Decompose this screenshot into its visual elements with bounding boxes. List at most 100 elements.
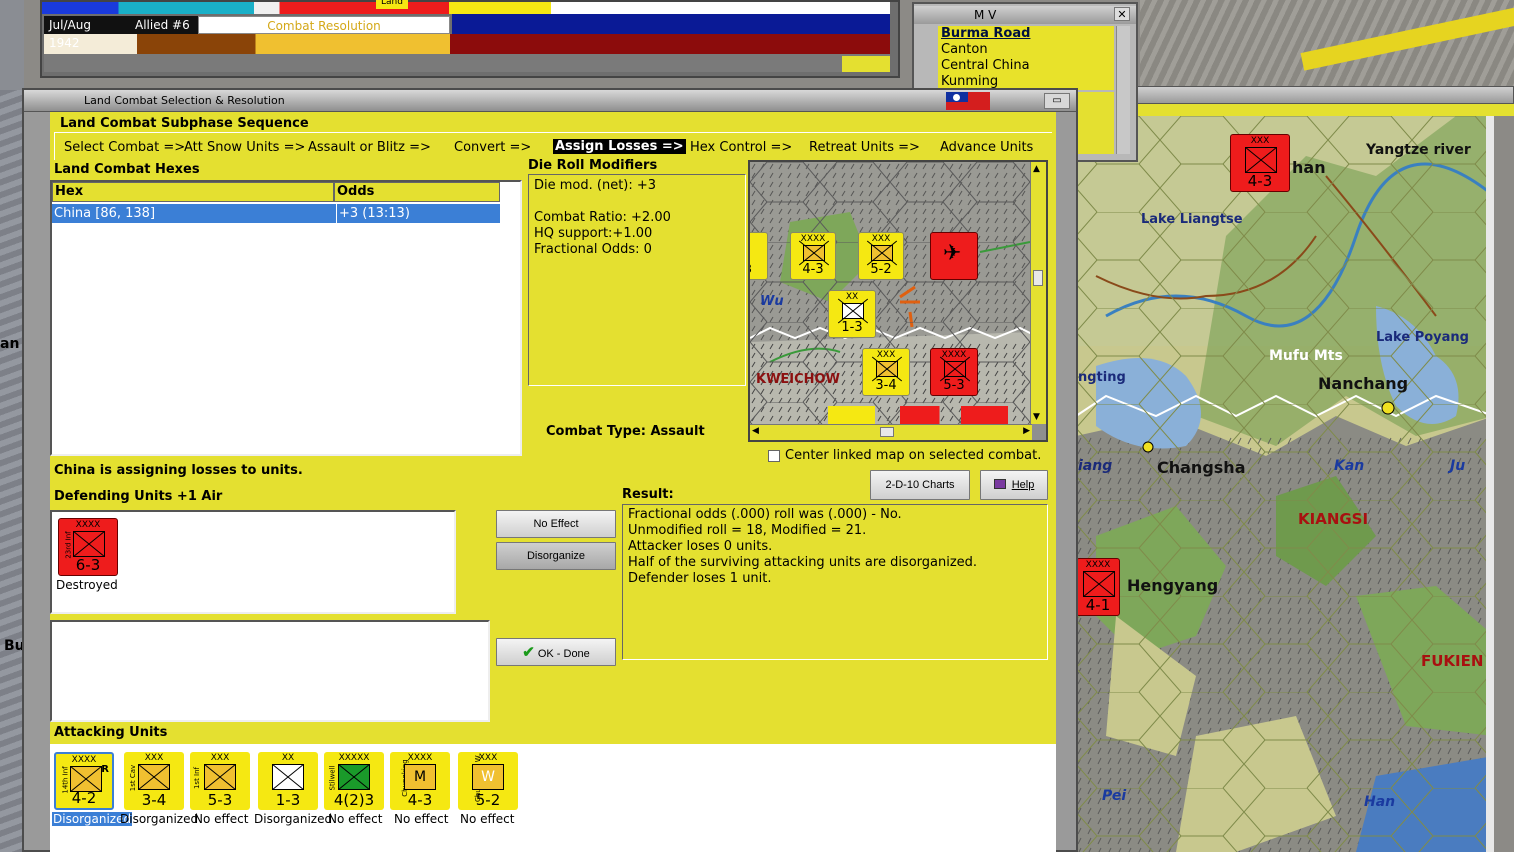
mv-scrollbar[interactable] bbox=[1116, 26, 1130, 154]
scroll-down-icon[interactable]: ▼ bbox=[1033, 412, 1040, 422]
mv-list-item[interactable]: Central China bbox=[941, 58, 1114, 74]
land-combat-dialog[interactable]: Land Combat Selection & Resolution ▭ Lan… bbox=[22, 88, 1078, 852]
combat-type-label: Combat Type: Assault bbox=[546, 424, 705, 439]
center-map-label: Center linked map on selected combat. bbox=[785, 448, 1042, 463]
sequence-step: Att Snow Units => bbox=[184, 140, 306, 155]
result-line: Unmodified roll = 18, Modified = 21. bbox=[628, 523, 867, 538]
defending-units-box[interactable]: 23rd Inf XXXX 6-3 Destroyed bbox=[50, 510, 456, 614]
secondary-units-box[interactable] bbox=[50, 620, 490, 722]
attacking-unit-counter[interactable]: 1st Inf XXX 5-3 bbox=[190, 752, 250, 810]
help-label: Help bbox=[1011, 479, 1035, 491]
map-label: Mufu Mts bbox=[1269, 348, 1343, 364]
minimap-air-counter[interactable]: ✈ bbox=[930, 232, 978, 280]
phase-label: Combat Resolution bbox=[198, 16, 450, 34]
odds-column-header[interactable]: Odds bbox=[334, 182, 500, 202]
disorganize-button[interactable]: Disorganize bbox=[496, 542, 616, 570]
sequence-step: Hex Control => bbox=[690, 140, 793, 155]
infantry-symbol-icon bbox=[876, 361, 898, 377]
charts-button[interactable]: 2-D-10 Charts bbox=[870, 470, 970, 500]
hq-symbol-icon bbox=[338, 764, 370, 790]
unit-stat: 4-1 bbox=[1085, 596, 1111, 614]
defending-title: Defending Units +1 Air bbox=[54, 489, 223, 504]
left-map-river bbox=[0, 90, 24, 852]
unit-size: XXX bbox=[478, 753, 498, 763]
cavalry-symbol-icon bbox=[138, 764, 170, 790]
sequence-step: Advance Units bbox=[940, 140, 1034, 155]
map-label: FUKIEN bbox=[1421, 652, 1484, 670]
map-label: Kan bbox=[1334, 458, 1365, 474]
attacking-unit-counter[interactable]: 1st Cav XXX 3-4 bbox=[124, 752, 184, 810]
sequence-step: Retreat Units => bbox=[809, 140, 920, 155]
die-roll-line: Die mod. (net): +3 bbox=[534, 178, 657, 193]
unit-size: XXX bbox=[876, 350, 896, 360]
unit-status: No effect bbox=[194, 812, 249, 826]
china-flag-icon bbox=[946, 92, 990, 110]
scroll-thumb[interactable] bbox=[1033, 270, 1043, 286]
map-unit-counter[interactable]: XXX 4-3 bbox=[1230, 134, 1290, 192]
help-button[interactable]: Help bbox=[980, 470, 1048, 500]
unit-status: No effect bbox=[394, 812, 449, 826]
combat-hexes-list[interactable]: Hex Odds China [86, 138] +3 (13:13) bbox=[50, 180, 522, 456]
scroll-left-icon[interactable]: ◀ bbox=[752, 426, 759, 436]
unit-size: XXXX bbox=[941, 350, 967, 360]
map-label: KIANGSI bbox=[1298, 510, 1369, 528]
unit-status: Disorganized bbox=[120, 812, 199, 826]
mv-list-item[interactable]: Burma Road bbox=[941, 26, 1114, 42]
ok-done-button[interactable]: ✔ OK - Done bbox=[496, 638, 616, 666]
minimap-counter[interactable]: XXXX 4-3 bbox=[790, 232, 836, 280]
hex-column-header[interactable]: Hex bbox=[52, 182, 334, 202]
minimap-counter[interactable]: -3 bbox=[750, 232, 768, 280]
unit-status: Disorganized bbox=[254, 812, 333, 826]
minimize-icon[interactable]: ▭ bbox=[1044, 93, 1070, 109]
attacking-unit-counter[interactable]: Chungking W. XXX W 5-2 bbox=[458, 752, 518, 810]
minimap-counter[interactable]: XXXX 5-3 bbox=[930, 348, 978, 396]
unit-stat: 5-3 bbox=[943, 378, 965, 393]
scroll-up-icon[interactable]: ▲ bbox=[1033, 164, 1040, 174]
status-window-bottom bbox=[44, 54, 890, 72]
strategic-map[interactable] bbox=[1076, 116, 1494, 852]
attacking-title: Attacking Units bbox=[54, 725, 168, 740]
minimap-counter[interactable]: XX 1-3 bbox=[828, 290, 876, 338]
dialog-title: Land Combat Selection & Resolution bbox=[84, 94, 285, 107]
infantry-symbol-icon bbox=[871, 245, 893, 261]
minimap-label: Wu bbox=[760, 294, 784, 309]
close-icon[interactable]: ✕ bbox=[1114, 7, 1130, 21]
minimap-vertical-scrollbar[interactable]: ▲ ▼ bbox=[1030, 162, 1046, 424]
no-effect-button[interactable]: No Effect bbox=[496, 510, 616, 538]
mv-list-item[interactable]: Canton bbox=[941, 42, 1114, 58]
unit-stat: 4-2 bbox=[71, 789, 97, 807]
top-tab-label[interactable]: Land bbox=[376, 0, 408, 9]
minimap-horizontal-scrollbar[interactable]: ◀ ▶ bbox=[750, 424, 1032, 440]
result-line: Defender loses 1 unit. bbox=[628, 571, 772, 586]
unit-stat: 1-3 bbox=[841, 320, 863, 335]
unit-name: 23rd Inf bbox=[64, 531, 73, 559]
scroll-right-icon[interactable]: ▶ bbox=[1023, 426, 1030, 436]
hex-row-selected[interactable]: China [86, 138] +3 (13:13) bbox=[52, 204, 500, 223]
map-label: iang bbox=[1078, 458, 1113, 474]
attacking-unit-counter[interactable]: Stilwell XXXXX 4(2)3 bbox=[324, 752, 384, 810]
dialog-titlebar[interactable]: Land Combat Selection & Resolution bbox=[24, 90, 1076, 112]
sequence-step-active: Assign Losses => bbox=[553, 139, 686, 154]
map-unit-counter[interactable]: XXXX 4-1 bbox=[1076, 558, 1120, 616]
minimap-counter[interactable]: XXX 3-4 bbox=[862, 348, 910, 396]
defending-unit-counter[interactable]: 23rd Inf XXXX 6-3 bbox=[58, 518, 118, 576]
unit-stat: 4-3 bbox=[1247, 172, 1273, 190]
status-window[interactable]: Jul/Aug 1942 Allied #6 Combat Resolution… bbox=[40, 0, 900, 78]
die-roll-line: Fractional Odds: 0 bbox=[534, 242, 652, 257]
sequence-step: Assault or Blitz => bbox=[308, 140, 431, 155]
map-label: Pei bbox=[1102, 788, 1127, 804]
mv-titlebar[interactable]: M V bbox=[914, 6, 1136, 24]
mv-list[interactable]: Burma Road Canton Central China Kunming bbox=[938, 26, 1114, 90]
map-label: Changsha bbox=[1157, 458, 1246, 477]
combat-minimap[interactable]: Wu KWEICHOW -3 XXXX 4-3 XXX 5-2 ✈ XX 1- bbox=[748, 160, 1048, 442]
scroll-thumb[interactable] bbox=[880, 427, 894, 437]
center-map-checkbox[interactable] bbox=[768, 450, 780, 462]
attacking-unit-counter[interactable]: 14th Inf XXXX R 4-2 bbox=[54, 752, 114, 810]
die-roll-title: Die Roll Modifiers bbox=[528, 158, 658, 173]
minimap-counter[interactable]: XXX 5-2 bbox=[858, 232, 904, 280]
map-label: Lake Liangtse bbox=[1141, 212, 1243, 227]
attacking-unit-counter[interactable]: XX 1-3 bbox=[258, 752, 318, 810]
right-map-titlebar bbox=[1076, 86, 1514, 104]
attacking-unit-counter[interactable]: Chungking XXXX M 4-3 bbox=[390, 752, 450, 810]
attacking-units-box[interactable]: 14th Inf XXXX R 4-2 Disorganized 1st Cav… bbox=[50, 744, 1056, 852]
